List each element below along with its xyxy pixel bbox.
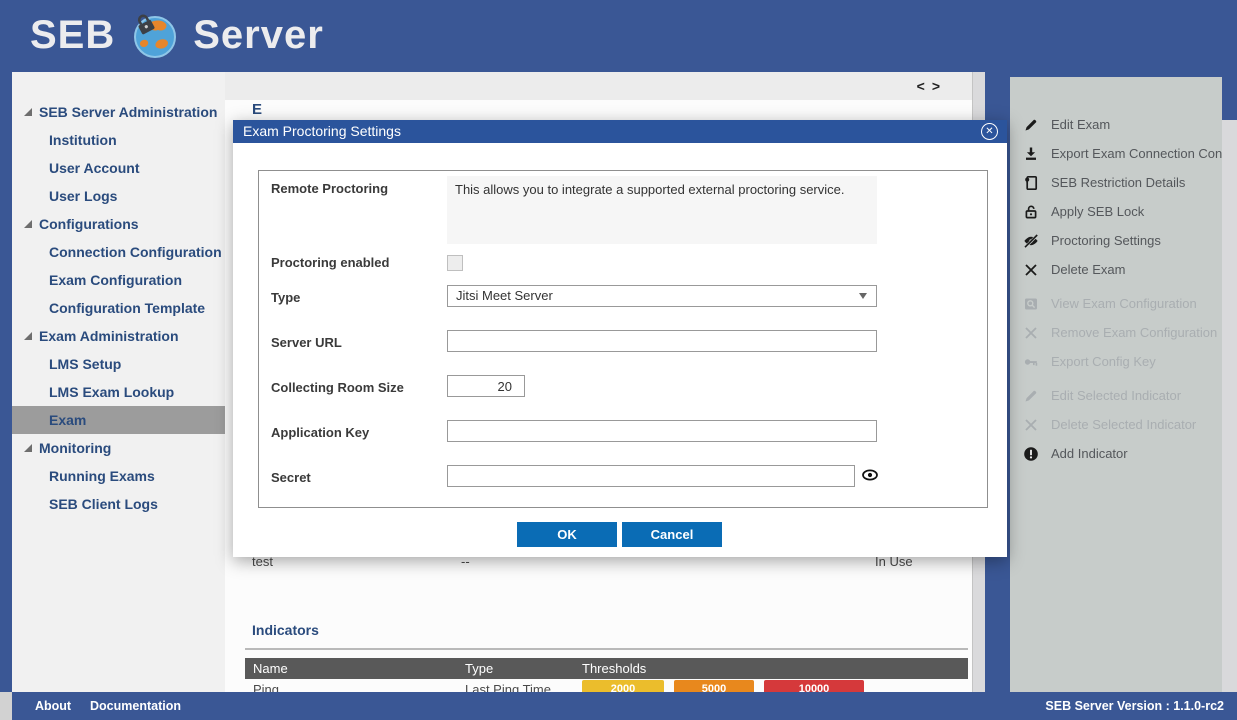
collecting-room-size-input[interactable] [447,375,525,397]
proctoring-enabled-label: Proctoring enabled [271,255,389,270]
sidebar-item-configuration-template[interactable]: Configuration Template [12,294,225,322]
sidebar-item-exam-administration[interactable]: Exam Administration [12,322,225,350]
dialog-button-bar: OK Cancel [233,522,1007,548]
sidebar-item-user-account[interactable]: User Account [12,154,225,182]
sidebar-item-configurations[interactable]: Configurations [12,210,225,238]
server-url-input[interactable] [447,330,877,352]
seb-restriction-details-action[interactable]: SEB Restriction Details [1010,168,1222,197]
documentation-link[interactable]: Documentation [90,699,181,713]
application-key-label: Application Key [271,425,369,440]
delete-exam-action[interactable]: Delete Exam [1010,255,1222,284]
seb-server-app: SEB Server SEB Server Administration [0,0,1237,720]
secret-label: Secret [271,470,311,485]
x-icon [1023,262,1039,278]
sidebar-item-institution[interactable]: Institution [12,126,225,154]
x-icon [1023,325,1039,341]
server-url-label: Server URL [271,335,342,350]
app-footer: About Documentation SEB Server Version :… [12,692,1237,720]
type-select[interactable]: Jitsi Meet Server [447,285,877,307]
export-config-key-action[interactable]: Export Config Key [1010,347,1222,376]
column-header-thresholds: Thresholds [582,661,646,676]
indicator-type: Last Ping Time [465,682,551,692]
secret-input[interactable] [447,465,855,487]
column-header-type: Type [465,661,493,676]
magnifier-square-icon [1023,296,1039,312]
content-toolbar: < > [225,72,972,100]
threshold-badge: 5000 [674,680,754,692]
brand-logo: SEB Server [30,10,324,60]
tree-expand-icon[interactable] [24,444,32,452]
action-panel: Edit Exam Export Exam Connection Configu… [1010,77,1222,692]
lock-icon [1023,204,1039,220]
page-title: E [252,101,266,118]
sidebar-item-user-logs[interactable]: User Logs [12,182,225,210]
threshold-badge: 2000 [582,680,664,692]
nav-back-icon[interactable]: < [917,78,925,94]
sidebar-item-exam-configuration[interactable]: Exam Configuration [12,266,225,294]
dialog-title: Exam Proctoring Settings [243,123,401,139]
ok-button[interactable]: OK [517,522,617,547]
cancel-button[interactable]: Cancel [622,522,722,547]
sidebar-item-seb-server-administration[interactable]: SEB Server Administration [12,98,225,126]
application-key-input[interactable] [447,420,877,442]
type-label: Type [271,290,300,305]
sidebar-item-exam[interactable]: Exam [12,406,225,434]
threshold-badge: 10000 [764,680,864,692]
x-icon [1023,417,1039,433]
proctoring-settings-action[interactable]: Proctoring Settings [1010,226,1222,255]
footer-corner [0,692,12,720]
tree-expand-icon[interactable] [24,108,32,116]
remote-proctoring-label: Remote Proctoring [271,181,388,196]
brand-text-server: Server [193,13,324,58]
sidebar-item-lms-exam-lookup[interactable]: LMS Exam Lookup [12,378,225,406]
view-exam-configuration-action[interactable]: View Exam Configuration [1010,289,1222,318]
edit-exam-action[interactable]: Edit Exam [1010,110,1222,139]
add-indicator-action[interactable]: Add Indicator [1010,439,1222,468]
indicator-name: Ping [253,682,279,692]
tree-expand-icon[interactable] [24,332,32,340]
about-link[interactable]: About [35,699,71,713]
indicators-section-title: Indicators [252,622,319,638]
pencil-icon [1023,117,1039,133]
download-icon [1023,146,1039,162]
edit-selected-indicator-action[interactable]: Edit Selected Indicator [1010,381,1222,410]
globe-lock-icon [129,10,179,60]
divider [245,648,968,650]
key-icon [1023,354,1039,370]
delete-selected-indicator-action[interactable]: Delete Selected Indicator [1010,410,1222,439]
sidebar-item-seb-client-logs[interactable]: SEB Client Logs [12,490,225,518]
proctoring-form-panel: Remote Proctoring This allows you to int… [258,170,988,508]
app-header: SEB Server [0,0,1237,72]
exam-proctoring-settings-dialog: Exam Proctoring Settings ✕ Remote Procto… [233,120,1007,557]
nav-forward-icon[interactable]: > [932,78,940,94]
sidebar-item-monitoring[interactable]: Monitoring [12,434,225,462]
remote-proctoring-info: This allows you to integrate a supported… [447,176,877,244]
remove-exam-configuration-action[interactable]: Remove Exam Configuration [1010,318,1222,347]
tree-expand-icon[interactable] [24,220,32,228]
eye-slash-icon [1023,233,1039,249]
apply-seb-lock-action[interactable]: Apply SEB Lock [1010,197,1222,226]
eye-icon[interactable] [861,466,879,484]
sidebar-item-lms-setup[interactable]: LMS Setup [12,350,225,378]
dialog-titlebar: Exam Proctoring Settings ✕ [233,120,1007,143]
table-row[interactable]: test -- In Use [225,554,972,578]
table-row[interactable]: Ping Last Ping Time 2000 5000 10000 [245,680,968,692]
collecting-room-size-label: Collecting Room Size [271,380,404,395]
indicators-table-header: Name Type Thresholds [245,658,968,679]
exclamation-circle-icon [1023,446,1039,462]
proctoring-enabled-checkbox[interactable] [447,255,463,271]
close-icon[interactable]: ✕ [981,123,998,140]
pencil-icon [1023,388,1039,404]
chevron-down-icon [859,293,867,299]
brand-text-seb: SEB [30,13,115,58]
export-exam-connection-configuration-action[interactable]: Export Exam Connection Configura [1010,139,1222,168]
document-lock-icon [1023,175,1039,191]
panel-scrollbar[interactable] [1222,120,1237,692]
sidebar-item-running-exams[interactable]: Running Exams [12,462,225,490]
sidebar-item-connection-configuration[interactable]: Connection Configuration [12,238,225,266]
main-navigation-sidebar: SEB Server Administration Institution Us… [12,72,225,692]
column-header-name: Name [253,661,288,676]
version-label: SEB Server Version : 1.1.0-rc2 [1045,699,1224,713]
